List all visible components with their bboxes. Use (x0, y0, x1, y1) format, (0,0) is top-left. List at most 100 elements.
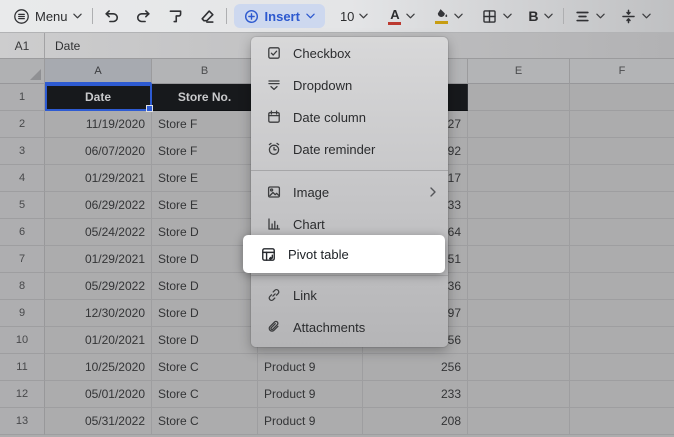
cell-empty[interactable] (468, 300, 570, 327)
select-all-corner[interactable] (0, 59, 45, 84)
chevron-down-icon (503, 13, 512, 19)
row-header[interactable]: 7 (0, 246, 45, 273)
cell-empty[interactable] (468, 138, 570, 165)
cell-date[interactable]: 06/29/2022 (45, 192, 152, 219)
column-header-b[interactable]: B (152, 59, 258, 84)
cell-empty[interactable] (468, 192, 570, 219)
cell-reference-box[interactable]: A1 (0, 33, 45, 58)
cell-empty[interactable] (468, 246, 570, 273)
format-painter-button[interactable] (164, 4, 187, 28)
row-header[interactable]: 4 (0, 165, 45, 192)
menu-item-pivot-table[interactable]: Pivot table (243, 235, 445, 273)
cell-product[interactable]: Product 9 (258, 408, 363, 435)
cell-date[interactable]: 10/25/2020 (45, 354, 152, 381)
cell-empty[interactable] (570, 111, 674, 138)
menu-item-image[interactable]: Image (251, 176, 448, 208)
cell-store[interactable]: Store C (152, 381, 258, 408)
cell-empty[interactable] (570, 354, 674, 381)
cell-empty[interactable] (468, 219, 570, 246)
cell-value[interactable]: 256 (363, 354, 468, 381)
bold-button[interactable]: B (525, 4, 555, 28)
cell-value[interactable]: 208 (363, 408, 468, 435)
row-header[interactable]: 1 (0, 84, 45, 111)
cell-date[interactable]: 01/29/2021 (45, 246, 152, 273)
horizontal-align-button[interactable] (571, 4, 608, 28)
cell-date[interactable]: 12/30/2020 (45, 300, 152, 327)
row-header[interactable]: 8 (0, 273, 45, 300)
cell-store[interactable]: Store F (152, 111, 258, 138)
cell-empty[interactable] (570, 273, 674, 300)
insert-button[interactable]: Insert (234, 4, 325, 28)
cell-store[interactable]: Store C (152, 354, 258, 381)
row-header[interactable]: 11 (0, 354, 45, 381)
row-header[interactable]: 2 (0, 111, 45, 138)
fill-color-button[interactable] (431, 4, 466, 28)
cell-empty[interactable] (570, 381, 674, 408)
cell-empty[interactable] (468, 381, 570, 408)
cell-empty[interactable] (468, 111, 570, 138)
cell-empty[interactable] (468, 165, 570, 192)
vertical-align-button[interactable] (617, 4, 654, 28)
cell-date[interactable]: 01/29/2021 (45, 165, 152, 192)
cell-empty[interactable] (468, 273, 570, 300)
cell-empty[interactable] (468, 408, 570, 435)
menu-item-date-reminder[interactable]: Date reminder (251, 133, 448, 165)
cell-store[interactable]: Store D (152, 300, 258, 327)
cell-product[interactable]: Product 9 (258, 381, 363, 408)
cell-product[interactable]: Product 9 (258, 354, 363, 381)
row-header[interactable]: 13 (0, 408, 45, 435)
cell-store[interactable]: Store D (152, 273, 258, 300)
cell-empty[interactable] (570, 84, 674, 111)
cell-empty[interactable] (570, 327, 674, 354)
cell-empty[interactable] (468, 327, 570, 354)
menu-item-date-column[interactable]: Date column (251, 101, 448, 133)
cell-empty[interactable] (570, 246, 674, 273)
row-header[interactable]: 5 (0, 192, 45, 219)
row-header[interactable]: 9 (0, 300, 45, 327)
row-header[interactable]: 10 (0, 327, 45, 354)
cell-store[interactable]: Store D (152, 327, 258, 354)
borders-button[interactable] (478, 4, 515, 28)
undo-button[interactable] (100, 4, 123, 28)
menu-item-attachments[interactable]: Attachments (251, 311, 448, 343)
cell-date[interactable]: 11/19/2020 (45, 111, 152, 138)
column-header-a[interactable]: A (45, 59, 152, 84)
font-size-select[interactable]: 10 (337, 4, 371, 28)
cell-empty[interactable] (570, 165, 674, 192)
cell-empty[interactable] (570, 408, 674, 435)
column-header-e[interactable]: E (468, 59, 570, 84)
cell-store[interactable]: Store C (152, 408, 258, 435)
cell-empty[interactable] (468, 84, 570, 111)
column-header-f[interactable]: F (570, 59, 674, 84)
cell-date[interactable]: 01/20/2021 (45, 327, 152, 354)
cell-date[interactable]: 05/31/2022 (45, 408, 152, 435)
header-cell-date[interactable]: Date (45, 84, 152, 111)
cell-date[interactable]: 05/29/2022 (45, 273, 152, 300)
cell-date[interactable]: 05/24/2022 (45, 219, 152, 246)
cell-empty[interactable] (468, 354, 570, 381)
row-header[interactable]: 6 (0, 219, 45, 246)
cell-empty[interactable] (570, 300, 674, 327)
formula-input[interactable]: Date (45, 39, 80, 53)
header-cell-store[interactable]: Store No. (152, 84, 258, 111)
cell-store[interactable]: Store E (152, 165, 258, 192)
redo-button[interactable] (132, 4, 155, 28)
clear-format-button[interactable] (196, 4, 219, 28)
menu-item-dropdown[interactable]: Dropdown (251, 69, 448, 101)
cell-value[interactable]: 233 (363, 381, 468, 408)
font-color-button[interactable]: A (385, 4, 418, 28)
cell-date[interactable]: 06/07/2020 (45, 138, 152, 165)
cell-store[interactable]: Store F (152, 138, 258, 165)
menu-item-checkbox[interactable]: Checkbox (251, 37, 448, 69)
row-header[interactable]: 12 (0, 381, 45, 408)
cell-store[interactable]: Store E (152, 192, 258, 219)
cell-date[interactable]: 05/01/2020 (45, 381, 152, 408)
menu-item-link[interactable]: Link (251, 279, 448, 311)
cell-empty[interactable] (570, 192, 674, 219)
row-header[interactable]: 3 (0, 138, 45, 165)
font-color-icon: A (388, 8, 401, 25)
cell-empty[interactable] (570, 219, 674, 246)
cell-empty[interactable] (570, 138, 674, 165)
menu-button[interactable]: Menu (10, 4, 85, 28)
chevron-down-icon (454, 13, 463, 19)
